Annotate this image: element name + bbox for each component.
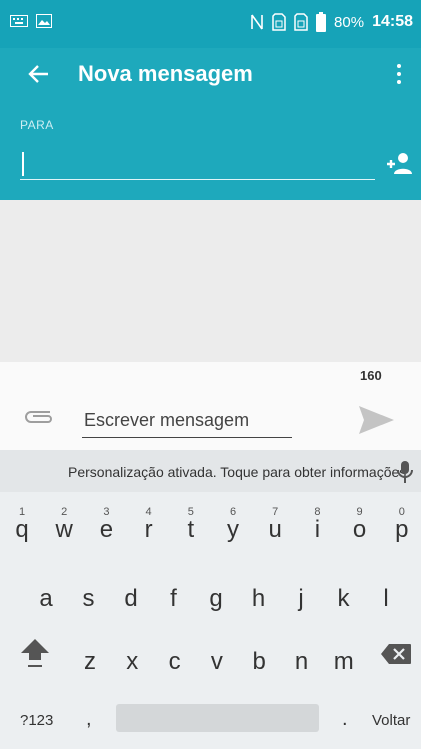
key-f[interactable]: f (155, 575, 193, 625)
suggestion-text: Personalização ativada. Toque para obter… (68, 464, 411, 480)
key-label: e (99, 516, 114, 543)
compose-bar: 160 (0, 362, 421, 450)
key-r[interactable]: 4r (130, 502, 168, 552)
status-left-icons (10, 14, 52, 28)
key-m[interactable]: m (325, 638, 363, 688)
key-label: d (124, 585, 138, 612)
battery-percent: 80% (334, 13, 365, 31)
enter-key[interactable]: Voltar (372, 712, 410, 729)
key-j[interactable]: j (282, 575, 320, 625)
image-icon (36, 14, 52, 28)
key-label: o (352, 516, 367, 543)
page-title: Nova mensagem (78, 61, 253, 86)
key-h[interactable]: h (240, 575, 278, 625)
overflow-menu-button[interactable] (387, 54, 411, 94)
key-n[interactable]: n (283, 638, 321, 688)
key-label: i (314, 516, 321, 543)
key-w[interactable]: 2w (45, 502, 83, 552)
key-g[interactable]: g (197, 575, 235, 625)
key-x[interactable]: x (113, 638, 151, 688)
key-label: b (252, 648, 266, 675)
paperclip-icon[interactable] (22, 406, 54, 426)
arrow-left-icon (28, 65, 48, 83)
key-label: q (15, 516, 29, 543)
period-key[interactable]: . (342, 708, 348, 731)
key-label: l (383, 585, 389, 612)
key-label: g (209, 585, 223, 612)
key-e[interactable]: 3e (87, 502, 125, 552)
key-t[interactable]: 5t (172, 502, 210, 552)
key-q[interactable]: 1q (3, 502, 41, 552)
key-label: k (337, 585, 350, 612)
key-c[interactable]: c (156, 638, 194, 688)
sim-icon-2 (294, 13, 308, 31)
key-u[interactable]: 7u (256, 502, 294, 552)
key-z[interactable]: z (71, 638, 109, 688)
key-label: n (294, 648, 309, 675)
key-label: v (210, 648, 223, 675)
key-b[interactable]: b (240, 638, 278, 688)
sim-icon (272, 13, 286, 31)
app-bar: Nova mensagem (0, 48, 421, 100)
mic-icon[interactable] (396, 460, 414, 484)
key-label: c (168, 648, 181, 675)
comma-key[interactable]: , (86, 708, 92, 731)
nfc-icon (251, 14, 263, 30)
recipient-label: PARA (20, 118, 54, 132)
message-thread-area (0, 200, 421, 362)
key-label: z (84, 648, 96, 675)
key-l[interactable]: l (367, 575, 405, 625)
backspace-key-icon[interactable] (380, 643, 412, 665)
status-bar: 80% 14:58 (0, 0, 421, 48)
text-cursor (22, 152, 24, 176)
key-a[interactable]: a (27, 575, 65, 625)
message-input[interactable] (82, 404, 292, 438)
space-key[interactable] (116, 704, 319, 732)
keyboard-icon (10, 15, 28, 27)
status-right-icons: 80% 14:58 (250, 12, 413, 32)
clock: 14:58 (372, 13, 413, 30)
keyboard: Personalização ativada. Toque para obter… (0, 450, 421, 749)
suggestion-strip[interactable]: Personalização ativada. Toque para obter… (0, 450, 421, 492)
key-p[interactable]: 0p (383, 502, 421, 552)
symbols-key[interactable]: ?123 (20, 712, 53, 729)
key-label: f (170, 585, 177, 612)
key-s[interactable]: s (70, 575, 108, 625)
key-y[interactable]: 6y (214, 502, 252, 552)
recipient-input[interactable] (20, 146, 375, 180)
char-counter: 160 (360, 368, 382, 383)
back-button[interactable] (22, 54, 56, 96)
key-label: y (227, 516, 239, 543)
key-k[interactable]: k (325, 575, 363, 625)
key-d[interactable]: d (112, 575, 150, 625)
battery-icon (316, 12, 327, 32)
key-label: r (144, 516, 153, 543)
key-label: a (39, 585, 53, 612)
key-label: t (187, 516, 195, 543)
key-label: p (395, 516, 409, 543)
key-o[interactable]: 9o (341, 502, 379, 552)
key-label: x (126, 648, 139, 675)
key-label: w (55, 516, 73, 543)
key-label: j (298, 585, 304, 612)
more-vert-dot (397, 80, 401, 84)
recipient-area: PARA (0, 100, 421, 200)
add-contact-icon[interactable] (386, 150, 414, 178)
key-i[interactable]: 8i (298, 502, 336, 552)
key-label: s (82, 585, 95, 612)
key-label: u (268, 516, 282, 543)
send-icon[interactable] (356, 400, 396, 440)
shift-key-icon[interactable] (18, 635, 52, 669)
more-vert-icon (397, 64, 401, 68)
key-label: m (333, 648, 354, 675)
key-v[interactable]: v (198, 638, 236, 688)
key-label: h (251, 585, 266, 612)
more-vert-dot (397, 72, 401, 76)
